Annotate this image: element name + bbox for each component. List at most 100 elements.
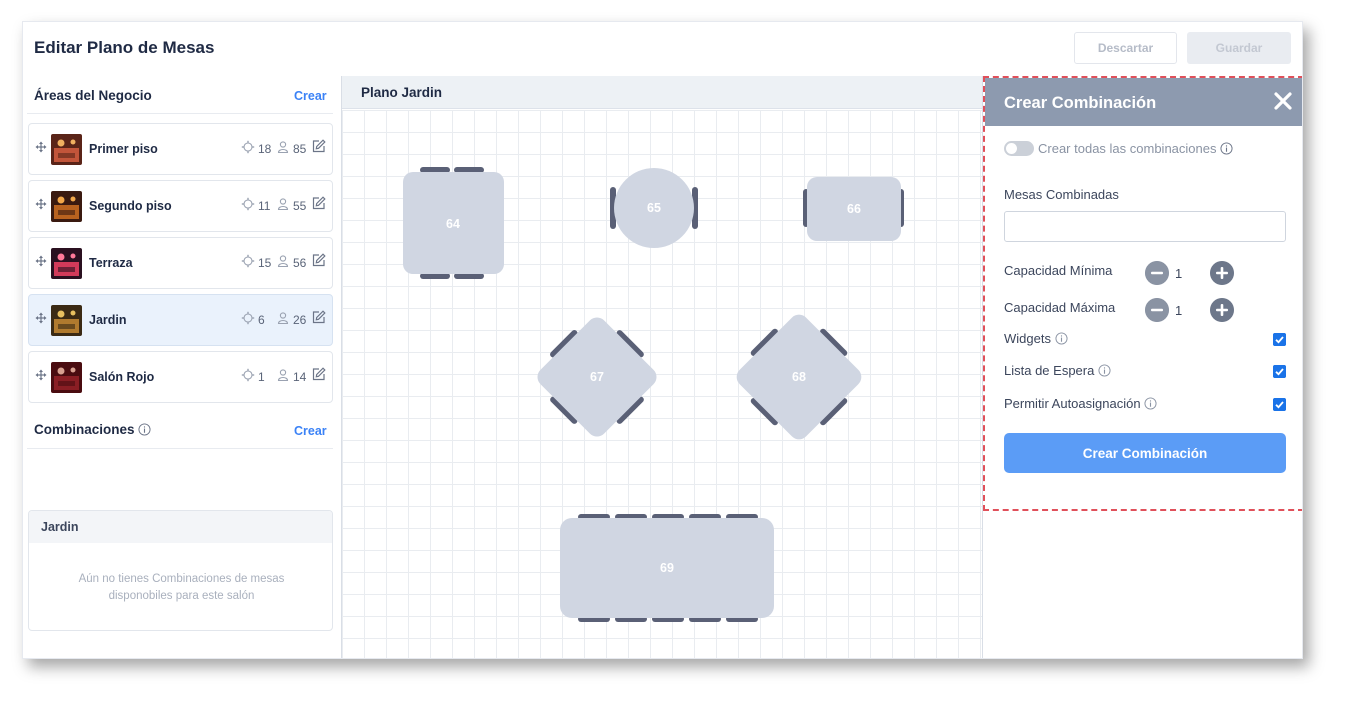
table-66-label: 66	[847, 202, 861, 216]
table-64-label: 64	[446, 217, 460, 231]
area-name: Segundo piso	[89, 199, 172, 213]
tables-icon	[241, 368, 255, 382]
min-capacity-value: 1	[1175, 266, 1183, 281]
create-combination-button[interactable]: Crear Combinación	[1004, 433, 1286, 473]
right-panel: Crear Combinación Crear todas las combin…	[982, 76, 1302, 658]
area-thumbnail	[51, 134, 82, 165]
table-64[interactable]: 64	[403, 167, 504, 279]
area-people-count: 14	[293, 370, 307, 384]
combinations-list: Jardin Aún no tienes Combinaciones de me…	[28, 510, 333, 631]
table-67[interactable]: 67	[526, 306, 667, 447]
area-card[interactable]: Segundo piso 11 55	[28, 180, 333, 232]
area-tables-count: 6	[258, 313, 265, 327]
area-name: Terraza	[89, 256, 133, 270]
panel-header: Crear Combinación	[985, 78, 1302, 126]
people-icon	[277, 255, 289, 268]
drag-handle-icon[interactable]	[35, 255, 47, 267]
waitlist-label: Lista de Espera	[1004, 363, 1111, 378]
max-increment-button[interactable]	[1210, 298, 1234, 322]
people-icon	[277, 141, 289, 154]
combinations-heading-label: Combinaciones	[34, 422, 135, 437]
edit-icon[interactable]	[311, 367, 326, 382]
area-people-count: 55	[293, 199, 307, 213]
autoassign-checkbox[interactable]	[1273, 398, 1286, 411]
divider	[27, 448, 333, 449]
floor-plan-title: Plano Jardin	[361, 85, 443, 100]
max-decrement-button[interactable]	[1145, 298, 1169, 322]
table-65-label: 65	[647, 201, 661, 215]
waitlist-label-text: Lista de Espera	[1004, 363, 1095, 378]
create-all-toggle[interactable]	[1004, 141, 1034, 156]
widgets-checkbox[interactable]	[1273, 333, 1286, 346]
widgets-label-text: Widgets	[1004, 331, 1051, 346]
create-all-label-text: Crear todas las combinaciones	[1038, 141, 1217, 156]
editor-header: Editar Plano de Mesas Descartar Guardar	[23, 22, 1302, 76]
info-icon	[1144, 397, 1157, 410]
table-68-label: 68	[792, 370, 806, 384]
drag-handle-icon[interactable]	[35, 312, 47, 324]
floor-plan-grid[interactable]: 64 65 66 67 68 69	[342, 110, 982, 659]
max-capacity-value: 1	[1175, 303, 1183, 318]
table-69[interactable]: 69	[560, 514, 774, 622]
info-icon	[1220, 142, 1233, 155]
min-increment-button[interactable]	[1210, 261, 1234, 285]
create-combination-link[interactable]: Crear	[294, 424, 327, 438]
waitlist-checkbox[interactable]	[1273, 365, 1286, 378]
create-combination-panel: Crear Combinación Crear todas las combin…	[983, 76, 1302, 511]
left-panel: Áreas del Negocio Crear Primer piso 18 8…	[23, 76, 341, 658]
page-title: Editar Plano de Mesas	[34, 38, 215, 57]
combinations-empty-text: Aún no tienes Combinaciones de mesas dis…	[78, 573, 285, 602]
drag-handle-icon[interactable]	[35, 198, 47, 210]
min-decrement-button[interactable]	[1145, 261, 1169, 285]
floor-plan-header: Plano Jardin	[342, 76, 982, 109]
area-tables-count: 1	[258, 370, 265, 384]
edit-icon[interactable]	[311, 139, 326, 154]
table-68[interactable]: 68	[725, 303, 872, 450]
tables-icon	[241, 254, 255, 268]
area-card[interactable]: Salón Rojo 1 14	[28, 351, 333, 403]
area-tables-count: 15	[258, 256, 272, 270]
create-all-label: Crear todas las combinaciones	[1038, 141, 1233, 156]
discard-button[interactable]: Descartar	[1074, 32, 1177, 64]
people-icon	[277, 312, 289, 325]
autoassign-label-text: Permitir Autoasignación	[1004, 396, 1141, 411]
info-icon	[138, 423, 151, 436]
autoassign-label: Permitir Autoasignación	[1004, 396, 1157, 411]
area-thumbnail	[51, 305, 82, 336]
area-card[interactable]: Terraza 15 56	[28, 237, 333, 289]
area-people-count: 85	[293, 142, 307, 156]
info-icon	[1055, 332, 1068, 345]
table-65[interactable]: 65	[610, 168, 698, 248]
floor-plan-canvas[interactable]: 64 65 66 67 68 69	[342, 110, 982, 659]
close-icon[interactable]	[1272, 90, 1294, 112]
floor-plan-area: Plano Jardin 64 65 66 67 68 69	[341, 76, 982, 659]
table-69-label: 69	[660, 561, 674, 575]
people-icon	[277, 198, 289, 211]
people-icon	[277, 369, 289, 382]
edit-icon[interactable]	[311, 310, 326, 325]
combined-tables-label: Mesas Combinadas	[1004, 187, 1119, 202]
area-card[interactable]: Primer piso 18 85	[28, 123, 333, 175]
area-tables-count: 18	[258, 142, 272, 156]
drag-handle-icon[interactable]	[35, 141, 47, 153]
area-name: Salón Rojo	[89, 370, 155, 384]
area-tables-count: 11	[258, 199, 271, 213]
area-thumbnail	[51, 362, 82, 393]
save-button[interactable]: Guardar	[1187, 32, 1291, 64]
area-people-count: 56	[293, 256, 307, 270]
area-card[interactable]: Jardin 6 26	[28, 294, 333, 346]
areas-heading: Áreas del Negocio	[34, 88, 152, 103]
area-name: Jardin	[89, 313, 127, 327]
area-thumbnail	[51, 248, 82, 279]
min-capacity-label: Capacidad Mínima	[1004, 263, 1113, 278]
tables-icon	[241, 197, 255, 211]
drag-handle-icon[interactable]	[35, 369, 47, 381]
combinations-heading: Combinaciones	[34, 422, 151, 437]
info-icon	[1098, 364, 1111, 377]
create-area-link[interactable]: Crear	[294, 89, 327, 103]
combined-tables-input[interactable]	[1004, 211, 1286, 242]
table-66[interactable]: 66	[803, 177, 904, 241]
divider	[27, 113, 333, 114]
edit-icon[interactable]	[311, 196, 326, 211]
edit-icon[interactable]	[311, 253, 326, 268]
